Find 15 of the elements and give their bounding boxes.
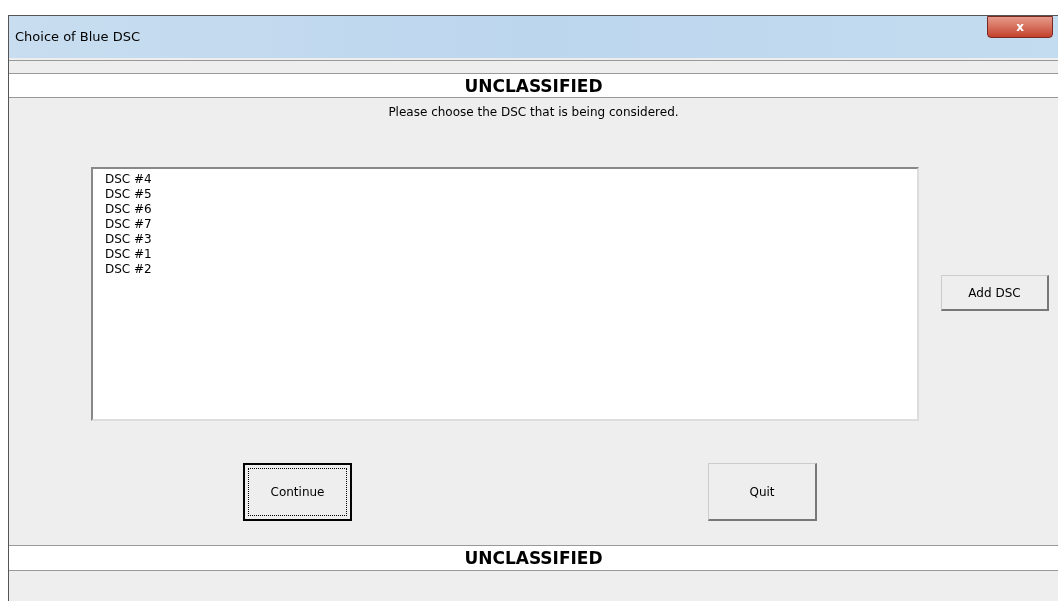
classification-banner: UNCLASSIFIED bbox=[9, 545, 1058, 571]
list-item[interactable]: DSC #7 bbox=[105, 217, 917, 232]
add-dsc-button[interactable]: Add DSC bbox=[941, 275, 1049, 311]
list-item[interactable]: DSC #1 bbox=[105, 247, 917, 262]
continue-button[interactable]: Continue bbox=[243, 463, 352, 521]
list-item[interactable]: DSC #5 bbox=[105, 187, 917, 202]
list-item[interactable]: DSC #2 bbox=[105, 262, 917, 277]
instruction-text: Please choose the DSC that is being considered. bbox=[387, 104, 680, 121]
dsc-list[interactable]: DSC #4 DSC #5 DSC #6 DSC #7 DSC #3 DSC #1 DSC #2 bbox=[91, 167, 919, 421]
quit-button[interactable]: Quit bbox=[708, 463, 817, 521]
list-item[interactable]: DSC #6 bbox=[105, 202, 917, 217]
list-item[interactable]: DSC #4 bbox=[105, 172, 917, 187]
list-item[interactable]: DSC #3 bbox=[105, 232, 917, 247]
classification-banner: UNCLASSIFIED bbox=[9, 74, 1058, 98]
window-title: Choice of Blue DSC bbox=[15, 28, 141, 47]
